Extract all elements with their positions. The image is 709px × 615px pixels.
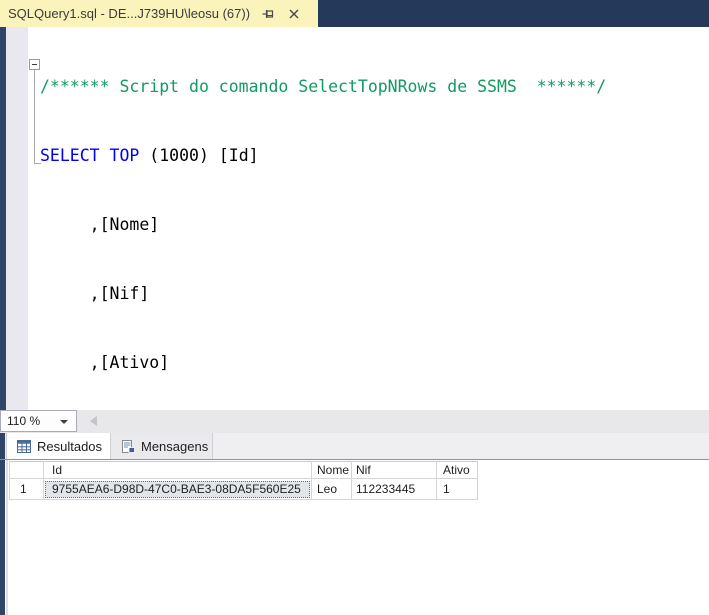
zoom-level-value: 110 % — [7, 414, 41, 428]
code-line: ,[Nif] — [40, 284, 150, 303]
pin-icon[interactable] — [260, 6, 276, 22]
cell-id[interactable]: 9755AEA6-D98D-47C0-BAE3-08DA5F560E25 — [44, 479, 312, 500]
zoom-level-dropdown[interactable]: 110 % — [0, 410, 77, 432]
results-grid: Id Nome Nif Ativo 1 9755AEA6-D98D-47C0-B… — [9, 461, 478, 500]
code-fold-collapse-icon[interactable] — [29, 59, 40, 70]
left-border — [0, 433, 5, 459]
table-row: 1 9755AEA6-D98D-47C0-BAE3-08DA5F560E25 L… — [10, 479, 478, 500]
query-document-tab[interactable]: SQLQuery1.sql - DE...J739HU\leosu (67)) — [0, 0, 318, 27]
scroll-left-icon[interactable] — [90, 416, 97, 426]
editor-selection-margin — [6, 27, 28, 410]
row-number-cell[interactable]: 1 — [10, 479, 44, 500]
tab-mensagens[interactable]: Mensagens — [111, 433, 213, 459]
left-border-line — [6, 460, 8, 615]
chevron-down-icon — [60, 420, 68, 424]
selected-cell-value[interactable]: 9755AEA6-D98D-47C0-BAE3-08DA5F560E25 — [45, 480, 310, 498]
cell-nome[interactable]: Leo — [312, 479, 352, 500]
results-grid-icon — [17, 439, 31, 453]
code-line: ,[Nome] — [40, 215, 160, 234]
code-line: ,[Ativo] — [40, 353, 170, 372]
left-border — [0, 460, 5, 615]
column-header-nif[interactable]: Nif — [352, 461, 437, 479]
code-line: /****** Script do comando SelectTopNRows… — [40, 77, 607, 96]
grid-header-row: Id Nome Nif Ativo — [10, 461, 478, 479]
close-icon[interactable] — [286, 6, 302, 22]
cell-ativo[interactable]: 1 — [437, 479, 478, 500]
document-tab-bar: SQLQuery1.sql - DE...J739HU\leosu (67)) — [0, 0, 709, 27]
results-tab-strip: Resultados Mensagens — [0, 433, 709, 459]
messages-icon — [121, 439, 135, 453]
editor-horizontal-scrollbar[interactable]: 110 % — [0, 410, 709, 433]
tab-mensagens-label: Mensagens — [141, 438, 209, 454]
column-header-ativo[interactable]: Ativo — [437, 461, 478, 479]
cell-nif[interactable]: 112233445 — [352, 479, 437, 500]
query-tab-title: SQLQuery1.sql - DE...J739HU\leosu (67)) — [8, 6, 251, 21]
column-header-nome[interactable]: Nome — [312, 461, 352, 479]
row-header-corner[interactable] — [10, 461, 44, 479]
code-line: SELECT TOP (1000) [Id] — [40, 146, 259, 165]
ssms-window: SQLQuery1.sql - DE...J739HU\leosu (67)) — [0, 0, 709, 615]
column-header-id[interactable]: Id — [44, 461, 312, 479]
tab-resultados-label: Resultados — [37, 438, 103, 454]
sql-editor[interactable]: /****** Script do comando SelectTopNRows… — [0, 27, 709, 441]
tab-resultados[interactable]: Resultados — [6, 433, 111, 459]
results-pane: Id Nome Nif Ativo 1 9755AEA6-D98D-47C0-B… — [0, 459, 709, 615]
